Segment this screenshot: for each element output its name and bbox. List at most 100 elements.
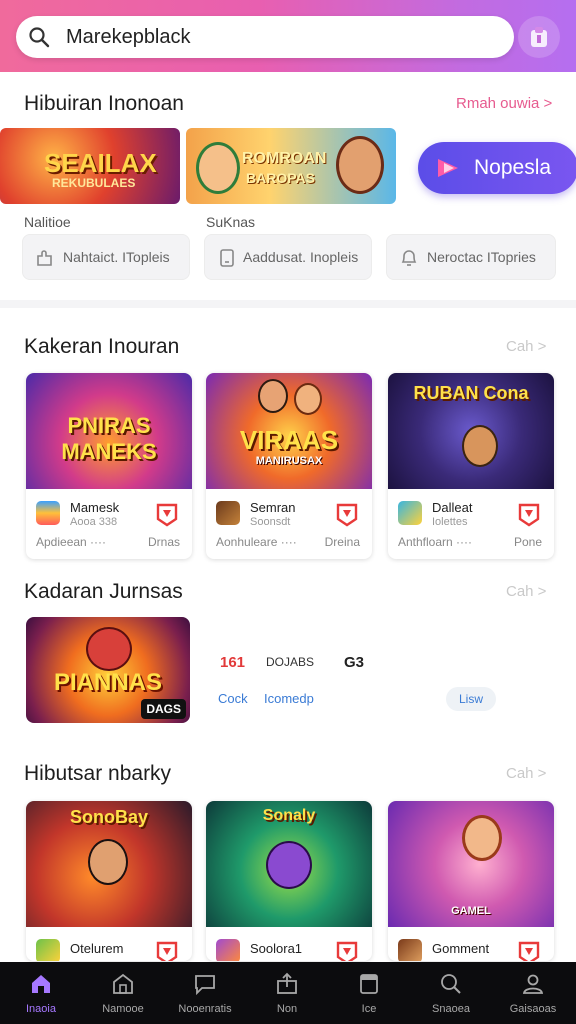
nav-item-home[interactable]: Inaoia (0, 962, 82, 1024)
character (258, 379, 288, 413)
game-art-title: VIRAAS (239, 425, 339, 455)
bell-icon (401, 250, 417, 266)
section-divider (0, 300, 576, 308)
nav-label: Gaisaoas (509, 1003, 557, 1015)
app-icon (216, 939, 240, 961)
app-icon (36, 939, 60, 961)
filter-label-left: Nalitioe (24, 214, 71, 230)
app-name: Semran (250, 500, 296, 515)
app-footer-right: Pone (513, 535, 542, 549)
character (88, 839, 128, 885)
see-more-link-4[interactable]: Cah > (506, 765, 546, 782)
character-right (336, 136, 384, 194)
app-footer-right: Dreina (324, 535, 360, 549)
chip-label: Nahtaict. ITopleis (63, 249, 170, 265)
section-title-1: Hibuiran Inonoan (24, 92, 184, 115)
nav-label: Namooe (102, 1003, 144, 1015)
banner-1[interactable]: SEAILAX REKUBULAES (0, 128, 180, 204)
app-subtitle: Iolettes (432, 516, 468, 528)
upload-icon (277, 972, 297, 994)
search-input[interactable]: Marekepblack (66, 26, 191, 49)
clipboard-button[interactable] (518, 16, 560, 58)
nav-label: Snaoea (432, 1003, 470, 1015)
game-art-title: Sonaly (262, 807, 316, 824)
featured-label: DOJABS (266, 655, 315, 669)
featured-button-label: Lisw (458, 692, 483, 706)
nav-item-search[interactable]: Snaoea (410, 962, 492, 1024)
game-thumbnail: VIRAAS MANIRUSAX (206, 373, 372, 489)
nav-item-chat[interactable]: Nooenratis (164, 962, 246, 1024)
chip-label: Aaddusat. Inopleis (243, 249, 359, 265)
badge-icon (518, 941, 540, 961)
badge-icon (336, 941, 358, 961)
nav-item-store[interactable]: Namooe (82, 962, 164, 1024)
filter-chip-2[interactable]: Aaddusat. Inopleis (204, 234, 372, 280)
game-art-title: SonoBay (69, 807, 148, 827)
see-more-link-1[interactable]: Rmah ouwia > (456, 95, 552, 112)
search-icon (441, 974, 461, 994)
game-thumbnail: SonoBay (26, 801, 192, 927)
game-art-title: GAMEL (451, 905, 491, 917)
app-icon (36, 501, 60, 525)
filter-chip-3[interactable]: Neroctac ITopries (386, 234, 556, 280)
app-subtitle: Aooa 338 (70, 516, 118, 528)
app-name: Mamesk (70, 500, 120, 515)
search-bar[interactable]: Marekepblack (16, 16, 514, 58)
featured-link-1[interactable]: Cock (218, 691, 248, 706)
banner-subtitle: BAROPAS (246, 170, 315, 186)
header-bar: Marekepblack (0, 0, 576, 72)
search-icon (29, 27, 50, 48)
nav-label: Ice (361, 1003, 377, 1015)
profile-icon (522, 974, 544, 994)
home-icon (32, 975, 50, 993)
banner-2[interactable]: ROMROAN BAROPAS (186, 128, 396, 204)
section-title-4: Hibutsar nbarky (24, 762, 172, 785)
app-footer-right: Drnas (147, 535, 180, 549)
device-icon (220, 249, 234, 267)
nav-item-file[interactable]: Ice (328, 962, 410, 1024)
featured-count: 161 (220, 654, 246, 671)
chip-label: Neroctac ITopries (427, 249, 536, 265)
game-card-6[interactable]: GAMEL Gomment (388, 801, 554, 961)
promo-button[interactable]: Nopesla (418, 142, 576, 194)
nav-label: Non (276, 1003, 298, 1015)
featured-tag: DAGS (141, 699, 186, 719)
featured-score: G3 (344, 654, 365, 671)
app-name: Dalleat (432, 500, 473, 515)
badge-icon (156, 941, 178, 961)
banner-title: ROMROAN (242, 150, 327, 167)
game-art-title: RUBAN Cona (413, 383, 529, 403)
app-footer-left: Anthfloarn ···· (398, 535, 473, 549)
badge-icon (336, 503, 358, 527)
nav-item-upload[interactable]: Non (246, 962, 328, 1024)
app-name: Gomment (432, 941, 490, 956)
see-more-link-2[interactable]: Cah > (506, 338, 546, 355)
game-thumbnail: GAMEL (388, 801, 554, 927)
game-card-4[interactable]: SonoBay Otelurem (26, 801, 192, 961)
character (86, 627, 132, 671)
character (462, 815, 502, 861)
game-card-3[interactable]: RUBAN Cona Dalleat Iolettes Anthfloarn ·… (388, 373, 554, 559)
game-thumbnail: RUBAN Cona (388, 373, 554, 489)
featured-game-image[interactable]: PIANNAS DAGS (26, 617, 190, 723)
filter-label-mid: SuKnas (206, 214, 256, 230)
play-icon (438, 159, 458, 177)
game-card-1[interactable]: PNIRAS MANEKS Mamesk Aooa 338 Apdieean ·… (26, 373, 192, 559)
game-thumbnail: Sonaly (206, 801, 372, 927)
chat-icon (195, 975, 215, 996)
see-more-link-3[interactable]: Cah > (506, 583, 546, 600)
app-name: Soolora1 (250, 941, 303, 956)
app-icon (216, 501, 240, 525)
app-name: Otelurem (70, 941, 124, 956)
game-card-5[interactable]: Sonaly Soolora1 (206, 801, 372, 961)
bottom-navigation: Inaoia Namooe Nooenratis Non Ice Snaoea … (0, 962, 576, 1024)
app-icon (398, 939, 422, 961)
nav-label: Inaoia (26, 1003, 56, 1015)
game-card-2[interactable]: VIRAAS MANIRUSAX Semran Soonsdt Aonhulea… (206, 373, 372, 559)
featured-art-title: PIANNAS (53, 669, 162, 696)
banner-subtitle: REKUBULAES (52, 176, 136, 190)
filter-chip-1[interactable]: Nahtaict. ITopleis (22, 234, 190, 280)
featured-view-button[interactable]: Lisw (446, 687, 496, 711)
nav-item-profile[interactable]: Gaisaoas (492, 962, 574, 1024)
featured-link-2[interactable]: Icomedp (264, 691, 314, 706)
